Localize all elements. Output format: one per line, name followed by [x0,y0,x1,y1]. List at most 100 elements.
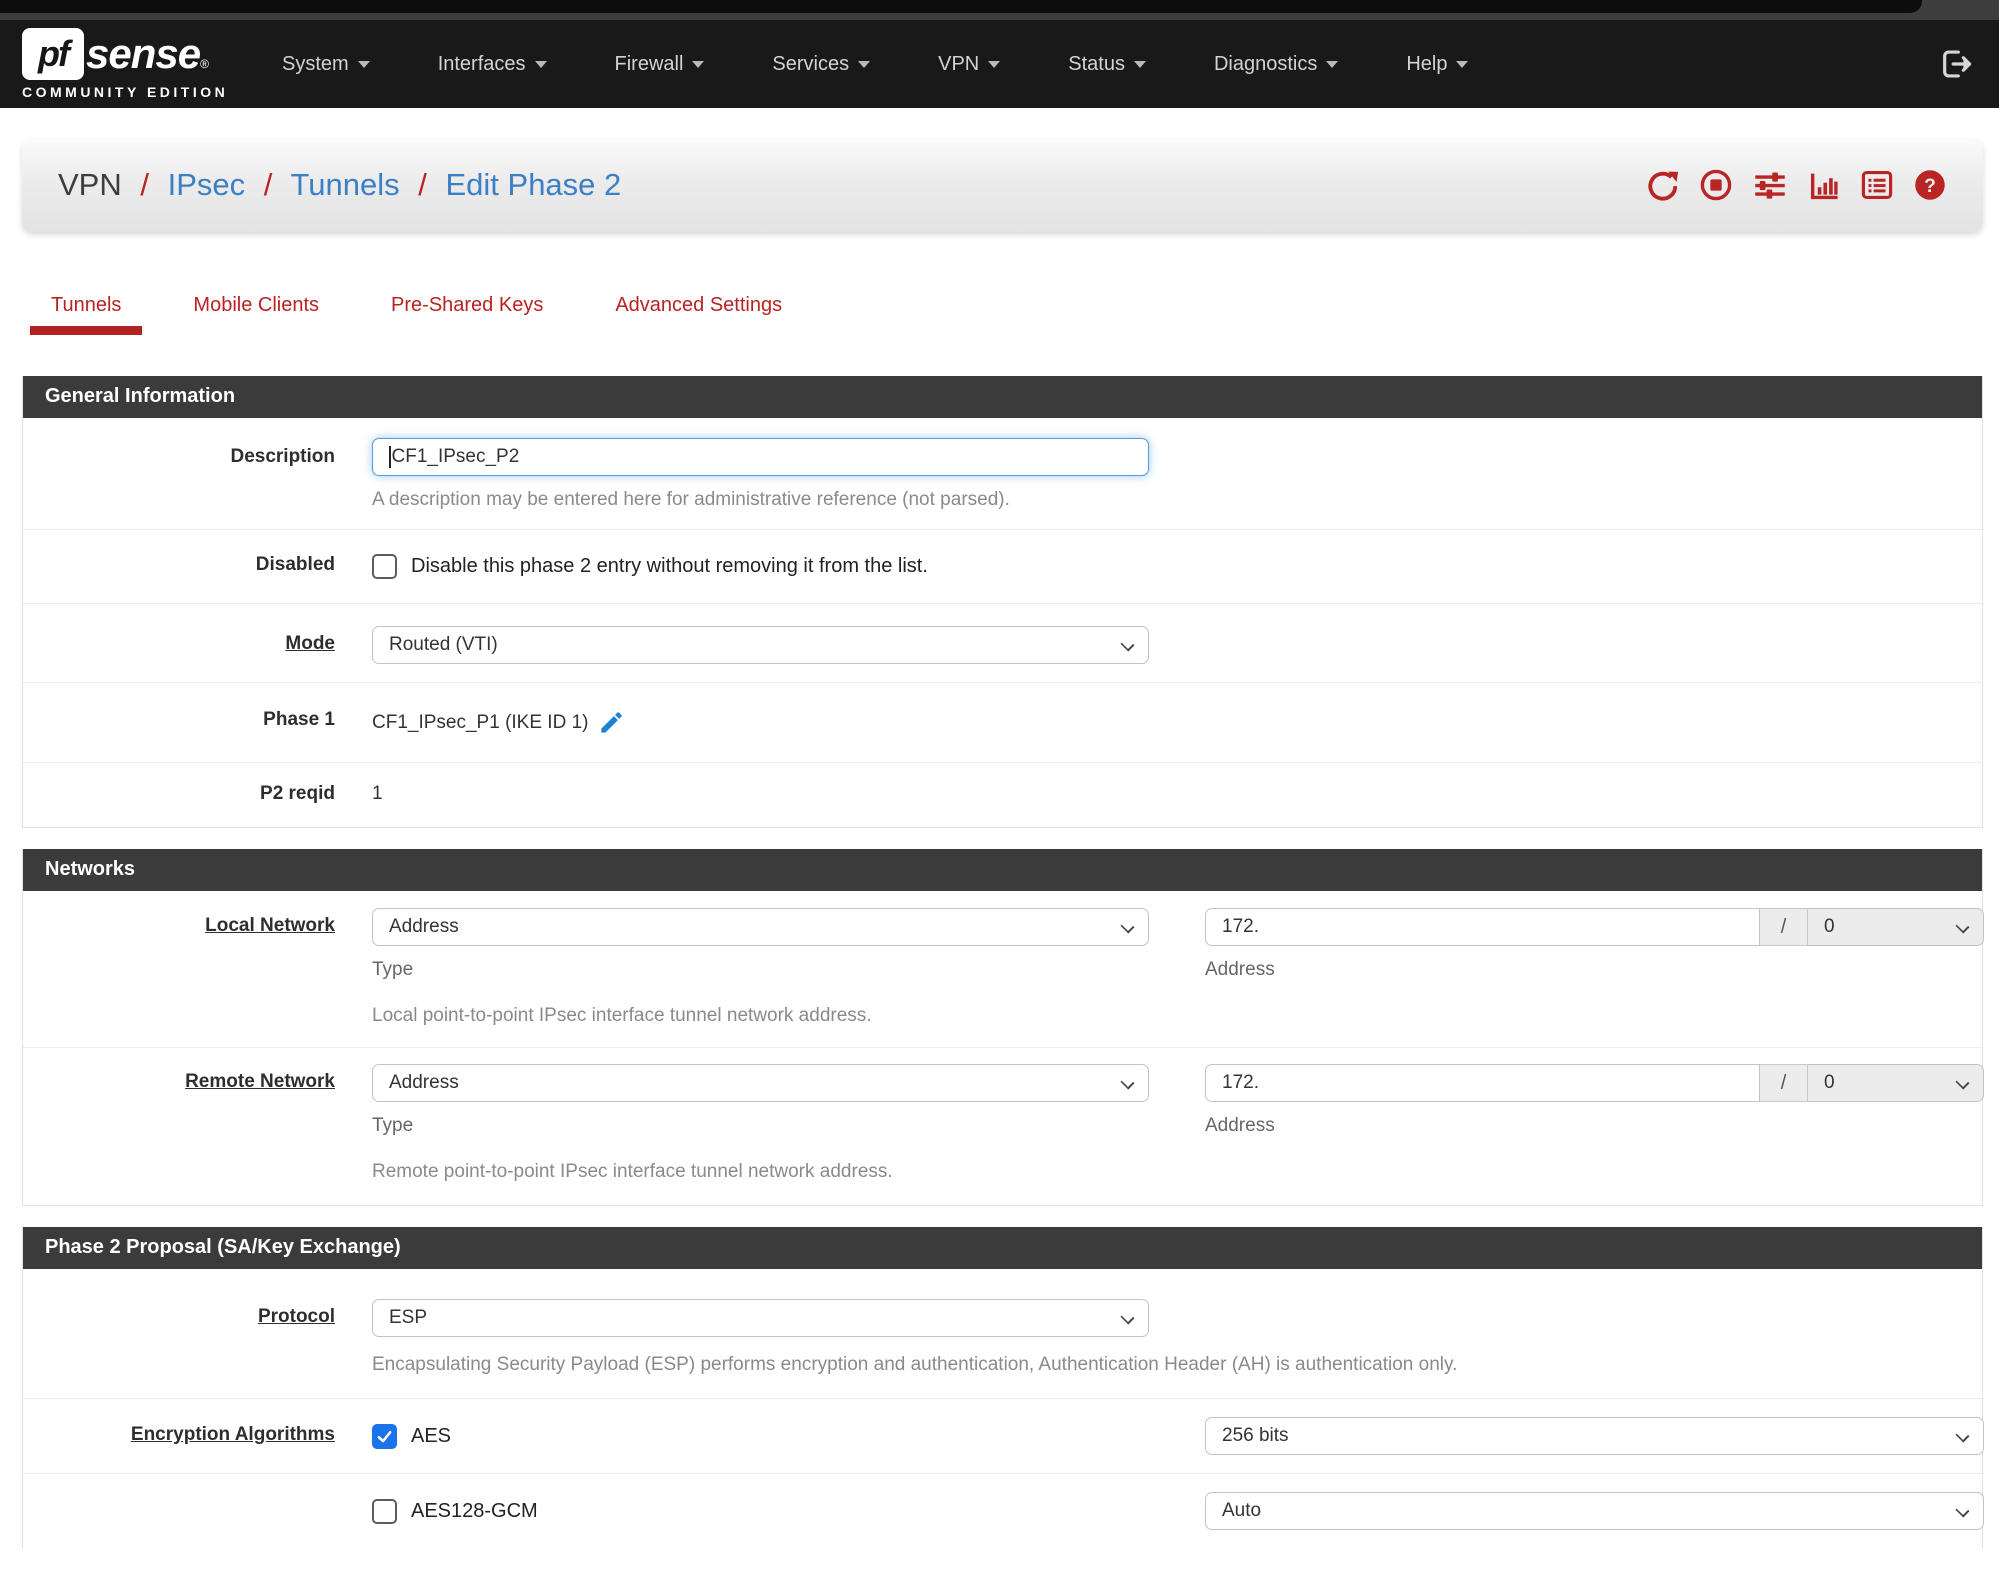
breadcrumb-link-ipsec[interactable]: IPsec [168,167,246,202]
top-navbar: pf sense ® COMMUNITY EDITION System Inte… [0,20,1999,108]
remote-network-mask-select[interactable]: 0 [1808,1064,1984,1102]
refresh-icon[interactable] [1646,168,1680,202]
protocol-select[interactable]: ESP [372,1299,1149,1337]
nav-item-help[interactable]: Help [1372,53,1502,76]
aes128gcm-keylen-select[interactable]: Auto [1205,1492,1984,1530]
row-phase1: Phase 1 CF1_IPsec_P1 (IKE ID 1) [23,683,1982,763]
row-local-network: Local Network Address Type Local point-t… [23,891,1984,1048]
sense-logo-text: sense [86,30,201,77]
sign-out-icon[interactable] [1939,47,1973,81]
section-title: Phase 2 Proposal (SA/Key Exchange) [23,1227,1982,1269]
breadcrumb-root: VPN [58,167,122,202]
chevron-down-icon [534,60,547,68]
browser-active-tab-edge [0,0,1922,13]
navbar-menu: System Interfaces Firewall Services VPN … [248,53,1502,76]
breadcrumb-separator: / [418,167,427,202]
description-value: CF1_IPsec_P2 [391,446,520,467]
type-caption: Type [372,959,414,980]
nav-item-status[interactable]: Status [1034,53,1180,76]
description-help: A description may be entered here for ad… [372,489,1010,510]
p2reqid-label: P2 reqid [260,783,335,804]
local-network-type-select[interactable]: Address [372,908,1149,946]
phase1-label: Phase 1 [263,709,335,730]
aes128gcm-checkbox[interactable] [372,1498,397,1524]
breadcrumb-link-tunnels[interactable]: Tunnels [290,167,399,202]
remote-address-value: 172. [1222,1072,1259,1093]
pfsense-logo[interactable]: pf sense ® COMMUNITY EDITION [22,28,240,100]
chevron-down-icon [858,60,871,68]
chevron-down-icon [1120,637,1135,652]
sliders-icon[interactable] [1752,168,1788,202]
help-icon[interactable]: ? [1913,168,1947,202]
chevron-down-icon [1120,919,1135,934]
disabled-checkbox[interactable] [372,554,397,579]
breadcrumb-separator: / [140,167,149,202]
tab-pre-shared-keys[interactable]: Pre-Shared Keys [370,284,564,335]
section-phase2-proposal: Phase 2 Proposal (SA/Key Exchange) Proto… [22,1227,1984,1548]
disabled-checkbox-label: Disable this phase 2 entry without remov… [411,555,928,577]
bar-chart-icon[interactable] [1807,168,1841,202]
local-network-type-value: Address [389,916,459,937]
remote-network-label[interactable]: Remote Network [23,1064,335,1183]
breadcrumb: VPN / IPsec / Tunnels / Edit Phase 2 [58,167,621,203]
breadcrumb-link-edit-phase2[interactable]: Edit Phase 2 [445,167,621,202]
nav-item-system[interactable]: System [248,53,404,76]
chevron-down-icon [1133,60,1146,68]
chevron-down-icon [1120,1075,1135,1090]
chevron-down-icon [357,60,370,68]
mode-value: Routed (VTI) [389,634,498,655]
remote-network-type-select[interactable]: Address [372,1064,1149,1102]
mode-label[interactable]: Mode [23,626,335,664]
stop-circle-icon[interactable] [1699,168,1733,202]
local-network-mask-select[interactable]: 0 [1808,908,1984,946]
address-mask-separator: / [1760,1064,1808,1102]
encryption-algorithms-label[interactable]: Encryption Algorithms [23,1417,335,1455]
breadcrumb-bar: VPN / IPsec / Tunnels / Edit Phase 2 ? [22,138,1983,232]
pf-logo-text: pf [38,33,70,74]
edit-pencil-icon[interactable] [598,709,625,736]
chevron-down-icon [1955,1075,1970,1090]
address-caption: Address [1205,1115,1275,1136]
row-remote-network: Remote Network Address Type Remote point… [23,1048,1984,1205]
mode-select[interactable]: Routed (VTI) [372,626,1149,664]
protocol-label[interactable]: Protocol [23,1299,335,1376]
tab-mobile-clients[interactable]: Mobile Clients [172,284,340,335]
text-cursor [389,446,391,468]
p2reqid-value: 1 [372,783,383,804]
nav-item-diagnostics[interactable]: Diagnostics [1180,53,1372,76]
tab-advanced-settings[interactable]: Advanced Settings [594,284,803,335]
registered-mark: ® [200,57,209,71]
row-protocol: Protocol ESP Encapsulating Security Payl… [23,1269,1982,1399]
nav-item-interfaces[interactable]: Interfaces [404,53,581,76]
description-label: Description [230,446,335,467]
chevron-down-icon [1326,60,1339,68]
local-network-label[interactable]: Local Network [23,908,335,1027]
nav-item-vpn[interactable]: VPN [904,53,1034,76]
log-list-icon[interactable] [1860,168,1894,202]
chevron-down-icon [1955,1428,1970,1443]
row-description: Description CF1_IPsec_P2 A description m… [23,418,1982,530]
aes-label: AES [411,1424,452,1447]
protocol-help: Encapsulating Security Payload (ESP) per… [372,1354,1458,1375]
nav-item-services[interactable]: Services [738,53,904,76]
tab-bar: Tunnels Mobile Clients Pre-Shared Keys A… [22,284,1983,335]
address-mask-separator: / [1760,908,1808,946]
description-input[interactable]: CF1_IPsec_P2 [372,438,1149,476]
type-caption: Type [372,1115,414,1136]
section-title: Networks [23,849,1982,891]
community-edition-label: COMMUNITY EDITION [22,84,229,100]
aes-checkbox[interactable] [372,1423,397,1449]
remote-network-address-input[interactable]: 172. [1205,1064,1760,1102]
tab-tunnels[interactable]: Tunnels [30,284,143,335]
remote-mask-value: 0 [1824,1072,1835,1093]
local-network-address-input[interactable]: 172. [1205,908,1760,946]
aes-keylen-value: 256 bits [1222,1425,1289,1446]
local-network-help: Local point-to-point IPsec interface tun… [372,1005,872,1026]
row-p2reqid: P2 reqid 1 [23,763,1982,827]
local-address-value: 172. [1222,916,1259,937]
section-general-information: General Information Description CF1_IPse… [22,376,1983,828]
row-encryption-aes: Encryption Algorithms AES 256 bits [23,1399,1984,1474]
row-mode: Mode Routed (VTI) [23,604,1982,683]
nav-item-firewall[interactable]: Firewall [581,53,739,76]
aes-keylen-select[interactable]: 256 bits [1205,1417,1984,1455]
